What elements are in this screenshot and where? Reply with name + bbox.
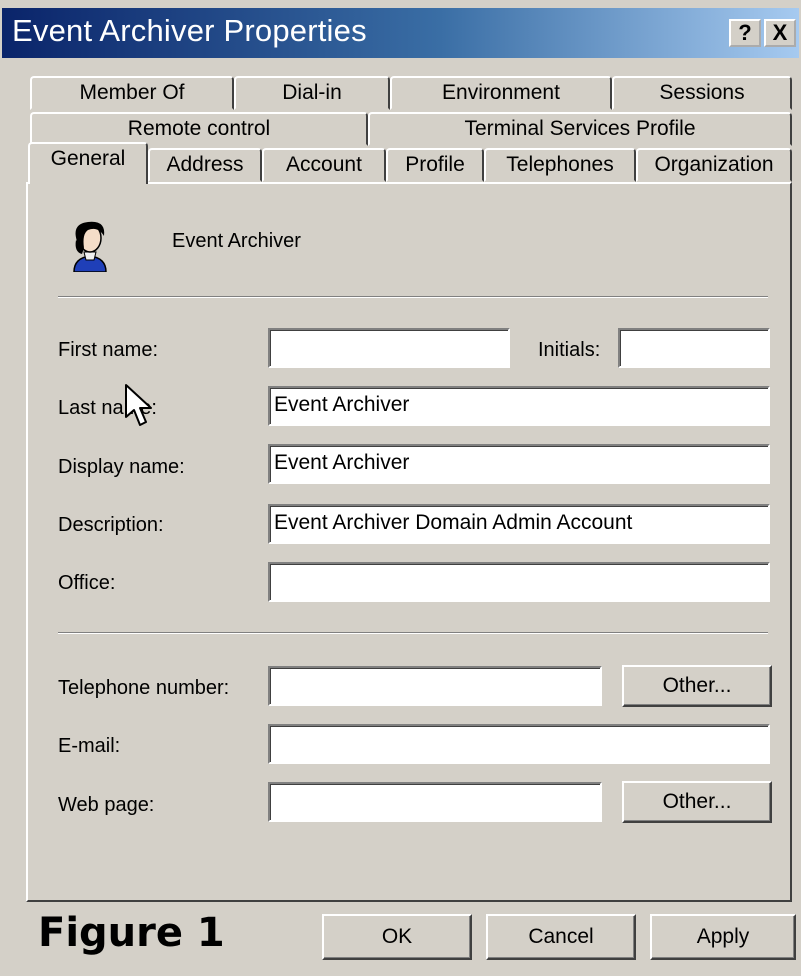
tab-environment[interactable]: Environment bbox=[390, 76, 612, 110]
last-name-field[interactable]: Event Archiver bbox=[268, 386, 770, 426]
webpage-label: Web page: bbox=[58, 794, 155, 816]
tab-general[interactable]: General bbox=[28, 142, 148, 184]
apply-button[interactable]: Apply bbox=[650, 914, 796, 960]
email-field[interactable] bbox=[268, 724, 770, 764]
office-label: Office: bbox=[58, 572, 116, 594]
tab-organization[interactable]: Organization bbox=[636, 148, 792, 182]
title-bar: Event Archiver Properties ? X bbox=[2, 8, 799, 58]
telephone-other-button[interactable]: Other... bbox=[622, 665, 772, 707]
tab-account[interactable]: Account bbox=[262, 148, 386, 182]
tab-profile[interactable]: Profile bbox=[386, 148, 484, 182]
telephone-label: Telephone number: bbox=[58, 677, 230, 699]
close-button[interactable]: X bbox=[764, 19, 796, 47]
tab-remote-control[interactable]: Remote control bbox=[30, 112, 368, 146]
general-tab-panel: Event Archiver First name: Initials: Las… bbox=[26, 182, 792, 902]
display-name-label: Display name: bbox=[58, 456, 185, 478]
ok-button[interactable]: OK bbox=[322, 914, 472, 960]
tab-dial-in[interactable]: Dial-in bbox=[234, 76, 390, 110]
tab-sessions[interactable]: Sessions bbox=[612, 76, 792, 110]
webpage-other-button[interactable]: Other... bbox=[622, 781, 772, 823]
user-icon bbox=[73, 221, 107, 272]
tab-terminal-services-profile[interactable]: Terminal Services Profile bbox=[368, 112, 792, 146]
office-field[interactable] bbox=[268, 562, 770, 602]
email-label: E-mail: bbox=[58, 735, 121, 757]
tab-address[interactable]: Address bbox=[148, 148, 262, 182]
first-name-label: First name: bbox=[58, 339, 159, 361]
telephone-field[interactable] bbox=[268, 666, 602, 706]
help-button[interactable]: ? bbox=[729, 19, 761, 47]
webpage-field[interactable] bbox=[268, 782, 602, 822]
description-label: Description: bbox=[58, 514, 164, 536]
first-name-field[interactable] bbox=[268, 328, 510, 368]
description-field[interactable]: Event Archiver Domain Admin Account bbox=[268, 504, 770, 544]
user-display-heading: Event Archiver bbox=[172, 230, 301, 252]
display-name-field[interactable]: Event Archiver bbox=[268, 444, 770, 484]
tab-telephones[interactable]: Telephones bbox=[484, 148, 636, 182]
cancel-button[interactable]: Cancel bbox=[486, 914, 636, 960]
tab-member-of[interactable]: Member Of bbox=[30, 76, 234, 110]
separator bbox=[58, 296, 768, 298]
window-title: Event Archiver Properties bbox=[12, 13, 367, 48]
initials-field[interactable] bbox=[618, 328, 770, 368]
mouse-cursor-icon bbox=[125, 384, 152, 426]
figure-label: Figure 1 bbox=[38, 910, 225, 956]
initials-label: Initials: bbox=[538, 339, 601, 361]
separator bbox=[58, 632, 768, 634]
